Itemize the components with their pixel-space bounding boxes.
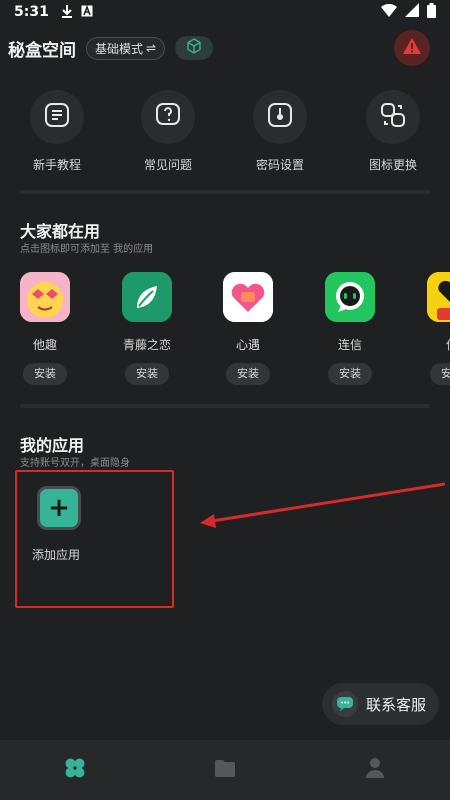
app-item-tagqu[interactable]: 他趣 安装 <box>5 272 85 385</box>
app-icon <box>122 272 172 322</box>
tool-label: 图标更换 <box>368 158 417 172</box>
app-name: 青藤之恋 <box>122 338 171 352</box>
signal-icon <box>405 3 419 21</box>
alert-button[interactable] <box>394 30 430 66</box>
section-divider <box>20 190 430 194</box>
tool-label: 常见问题 <box>143 158 192 172</box>
app-item-qingteng[interactable]: 青藤之恋 安装 <box>107 272 187 385</box>
download-icon <box>61 4 73 21</box>
app-icon <box>427 272 450 322</box>
install-button[interactable]: 安装 <box>226 363 270 385</box>
add-app-label: 添加应用 <box>32 548 81 562</box>
a-badge-icon <box>81 4 93 20</box>
nav-files[interactable] <box>195 750 255 790</box>
switch-arrows-icon: ⇌ <box>146 41 157 55</box>
bottom-nav <box>0 740 450 800</box>
tools-row: 新手教程 常见问题 密码设置 图标更换 <box>0 90 450 180</box>
section-divider <box>20 404 430 408</box>
app-title: 秘盒空间 <box>8 40 76 61</box>
popular-apps-row: 他趣 安装 青藤之恋 安装 心遇 安装 连信 安装 伊 安装 <box>0 272 450 392</box>
install-button[interactable]: 安装 <box>430 363 450 385</box>
clover-icon <box>64 757 86 783</box>
folder-icon <box>214 758 236 782</box>
plus-icon: + <box>48 493 70 523</box>
popular-subtitle: 点击图标即可添加至 我的应用 <box>20 244 154 255</box>
nav-profile[interactable] <box>345 750 405 790</box>
my-apps-subtitle: 支持账号双开，桌面隐身 <box>20 458 130 469</box>
tutorial-icon <box>44 102 70 132</box>
warning-icon <box>402 37 422 59</box>
faq-icon <box>155 102 181 132</box>
tool-faq[interactable]: 常见问题 <box>128 90 208 173</box>
mode-switch-button[interactable]: 基础模式 ⇌ <box>86 36 166 60</box>
app-item-yi[interactable]: 伊 安装 <box>412 272 450 385</box>
tool-label: 新手教程 <box>32 158 81 172</box>
tool-tutorial[interactable]: 新手教程 <box>17 90 97 173</box>
add-app-button[interactable]: + <box>37 486 81 530</box>
app-item-xinyu[interactable]: 心遇 安装 <box>208 272 288 385</box>
app-name: 伊 <box>412 336 450 353</box>
tool-icon-circle <box>30 90 84 144</box>
tool-icon-circle <box>366 90 420 144</box>
contact-service-button[interactable]: 联系客服 <box>322 683 439 725</box>
tool-icon-circle <box>253 90 307 144</box>
tool-icon-circle <box>141 90 195 144</box>
install-button[interactable]: 安装 <box>328 363 372 385</box>
password-icon <box>267 102 293 132</box>
nav-home[interactable] <box>45 750 105 790</box>
mode-label: 基础模式 <box>95 41 144 56</box>
chat-icon <box>332 691 358 717</box>
app-icon <box>223 272 273 322</box>
status-time: 5:31 <box>14 4 49 20</box>
icon-change-icon <box>380 102 406 132</box>
install-button[interactable]: 安装 <box>125 363 169 385</box>
app-icon <box>20 272 70 322</box>
cube-icon <box>186 38 202 58</box>
app-icon <box>325 272 375 322</box>
battery-icon <box>427 2 436 22</box>
app-name: 连信 <box>337 338 362 352</box>
person-icon <box>365 757 385 783</box>
popular-title: 大家都在用 <box>20 222 101 241</box>
tool-password[interactable]: 密码设置 <box>240 90 320 173</box>
my-apps-title: 我的应用 <box>20 436 85 455</box>
tool-icon-change[interactable]: 图标更换 <box>353 90 433 173</box>
install-button[interactable]: 安装 <box>23 363 67 385</box>
top-bar: 秘盒空间 基础模式 ⇌ <box>0 28 450 68</box>
tool-label: 密码设置 <box>255 158 304 172</box>
wifi-icon <box>381 3 397 21</box>
contact-service-label: 联系客服 <box>366 695 427 714</box>
cube-button[interactable] <box>175 36 214 60</box>
app-item-lianxin[interactable]: 连信 安装 <box>310 272 390 385</box>
my-apps-highlight-box: + 添加应用 <box>15 470 174 608</box>
status-bar: 5:31 <box>0 0 450 24</box>
app-name: 心遇 <box>235 338 260 352</box>
app-name: 他趣 <box>32 338 57 352</box>
